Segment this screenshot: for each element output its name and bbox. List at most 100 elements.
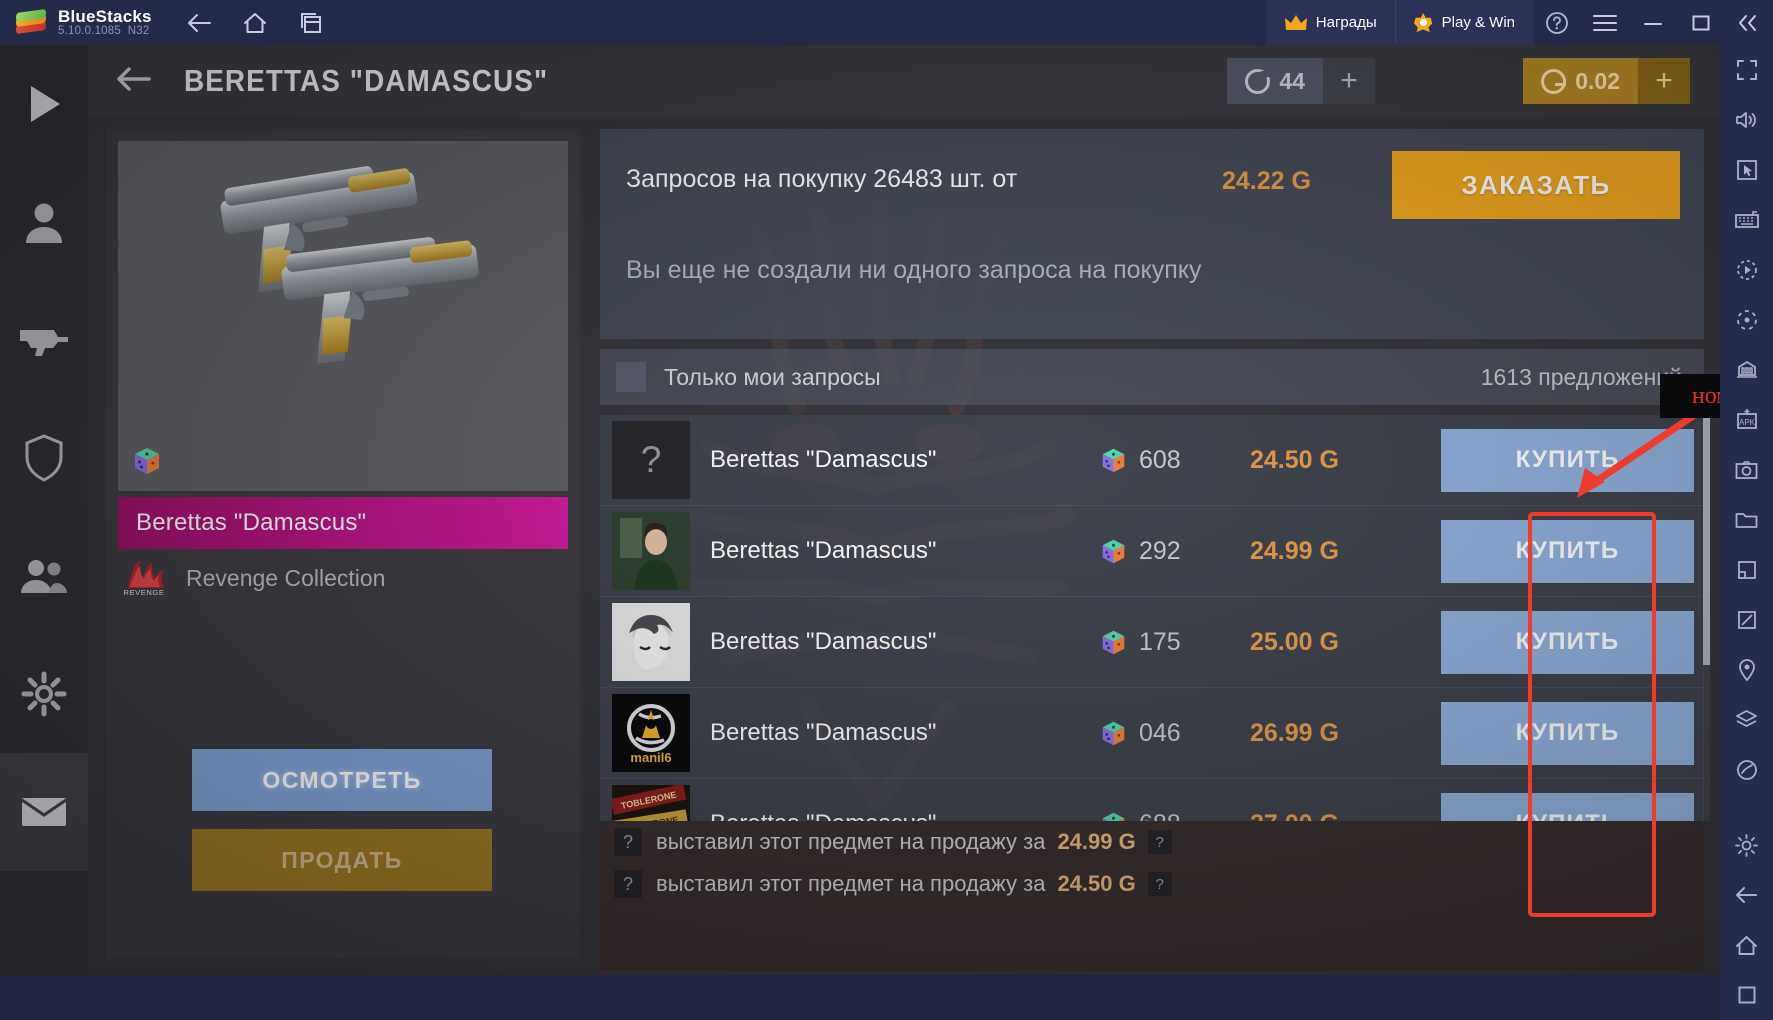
table-row[interactable]: ? Berettas "Damascus" 608 24.50 G КУПИТЬ: [600, 415, 1704, 506]
list-item: ? выставил этот предмет на продажу за 24…: [600, 821, 1704, 863]
table-row[interactable]: TOBLERONETOBLERONETOBLERONE Berettas "Da…: [600, 779, 1704, 821]
pattern-cube-icon: [1100, 720, 1127, 747]
weapon-preview-image: [220, 166, 479, 364]
credits-add-button[interactable]: +: [1323, 58, 1375, 104]
activity-feed: ? выставил этот предмет на продажу за 24…: [600, 821, 1704, 971]
feed-price: 24.99 G: [1057, 829, 1136, 854]
bluestacks-version: 5.10.0.1085 N32: [58, 25, 150, 38]
sell-button[interactable]: ПРОДАТЬ: [192, 829, 492, 891]
bluestacks-app-name: BlueStacks: [58, 6, 152, 26]
multi-instance-icon[interactable]: [294, 6, 328, 40]
back-icon[interactable]: [182, 6, 216, 40]
back-arrow-icon[interactable]: [1720, 870, 1773, 920]
gold-add-button[interactable]: +: [1638, 58, 1690, 104]
table-row[interactable]: Berettas "Damascus" 292 24.99 G КУПИТЬ: [600, 506, 1704, 597]
buy-button[interactable]: КУПИТЬ: [1441, 701, 1694, 765]
offer-item-name: Berettas "Damascus": [710, 537, 937, 564]
settings-gear-icon[interactable]: [1720, 820, 1773, 870]
offers-count: 1613 предложений: [1480, 363, 1682, 390]
scrollbar-thumb[interactable]: [1703, 415, 1710, 665]
market-panel: Запросов на покупку 26483 шт. от 24.22 G…: [600, 129, 1720, 971]
sidebar-item-weapons[interactable]: [0, 281, 88, 399]
pattern-number: 046: [1139, 718, 1181, 747]
feed-price: 24.50 G: [1057, 871, 1136, 896]
sidebar-item-settings[interactable]: [0, 635, 88, 753]
annotation-label-box: номер паттерна: [1660, 374, 1720, 418]
offer-pattern: 175: [1100, 628, 1250, 657]
only-my-requests-label: Только мои запросы: [664, 363, 881, 390]
hamburger-menu-icon[interactable]: [1581, 0, 1629, 45]
sidebar-item-play[interactable]: [0, 45, 88, 163]
buy-request-card: Запросов на покупку 26483 шт. от 24.22 G…: [600, 129, 1704, 339]
buy-button[interactable]: КУПИТЬ: [1441, 610, 1694, 674]
install-apk-icon[interactable]: APK: [1720, 395, 1773, 445]
sidebar-item-clans[interactable]: [0, 517, 88, 635]
volume-icon[interactable]: [1720, 95, 1773, 145]
item-preview[interactable]: [118, 141, 568, 491]
gold-coin-icon: [1541, 68, 1567, 94]
screenshot-icon[interactable]: [1720, 445, 1773, 495]
seller-avatar: [612, 603, 690, 681]
table-row[interactable]: manil6 Berettas "Damascus" 046 26.99 G К…: [600, 688, 1704, 779]
keyboard-icon[interactable]: [1720, 195, 1773, 245]
svg-text:manil6: manil6: [630, 750, 671, 765]
gold-currency[interactable]: 0.02 +: [1523, 58, 1690, 104]
sidebar-item-ranks[interactable]: [0, 399, 88, 517]
svg-text:REVENGE: REVENGE: [124, 588, 165, 596]
buy-button[interactable]: КУПИТЬ: [1441, 519, 1694, 583]
multi-instance-manager-icon[interactable]: [1720, 345, 1773, 395]
fullscreen-icon[interactable]: [1720, 45, 1773, 95]
pattern-cube-icon: [1100, 538, 1127, 565]
offer-item-name: Berettas "Damascus": [710, 810, 1100, 821]
eco-mode-icon[interactable]: [1720, 745, 1773, 795]
crown-icon: [1284, 14, 1307, 31]
location-icon[interactable]: [1720, 645, 1773, 695]
rewards-button[interactable]: Награды: [1266, 0, 1395, 45]
table-row[interactable]: Berettas "Damascus" 175 25.00 G КУПИТЬ: [600, 597, 1704, 688]
credits-currency[interactable]: 44 +: [1227, 58, 1375, 104]
feed-avatar: ?: [614, 828, 642, 856]
folder-icon[interactable]: [1720, 495, 1773, 545]
rotate-icon[interactable]: [1720, 295, 1773, 345]
offer-price: 27.00 G: [1250, 810, 1425, 822]
only-my-requests-checkbox[interactable]: [616, 362, 646, 392]
home-icon[interactable]: [1720, 920, 1773, 970]
pattern-number: 608: [1139, 445, 1181, 474]
seller-avatar: manil6: [612, 694, 690, 772]
feed-badge: ?: [1147, 830, 1172, 854]
offer-pattern: 608: [1100, 446, 1250, 475]
help-icon[interactable]: [1533, 0, 1581, 45]
square-icon[interactable]: [1720, 970, 1773, 1020]
collapse-right-icon[interactable]: [1720, 0, 1773, 45]
sidebar-item-profile[interactable]: [0, 163, 88, 281]
resize-icon[interactable]: [1720, 545, 1773, 595]
offer-pattern: 292: [1100, 537, 1250, 566]
offer-list-scrollbar[interactable]: [1703, 415, 1710, 821]
offer-list[interactable]: ? Berettas "Damascus" 608 24.50 G КУПИТЬ: [600, 415, 1704, 821]
edit-pencil-icon[interactable]: [1720, 595, 1773, 645]
game-viewport: BERETTAS "DAMASCUS" 44 + 0.02 + Berettas…: [0, 45, 1720, 975]
maximize-icon[interactable]: [1677, 0, 1725, 45]
item-name: Berettas "Damascus": [136, 509, 367, 536]
play-and-win-button[interactable]: Play & Win: [1394, 0, 1533, 45]
page-header: BERETTAS "DAMASCUS" 44 + 0.02 +: [88, 45, 1720, 117]
buy-request-empty-text: Вы еще не создали ни одного запроса на п…: [626, 256, 1202, 284]
page-back-button[interactable]: [116, 65, 152, 98]
pointer-icon[interactable]: [1720, 145, 1773, 195]
item-name-banner: Berettas "Damascus": [118, 497, 568, 549]
inspect-button[interactable]: ОСМОТРЕТЬ: [192, 749, 492, 811]
layers-icon[interactable]: [1720, 695, 1773, 745]
macro-record-icon[interactable]: [1720, 245, 1773, 295]
buy-button[interactable]: КУПИТЬ: [1441, 792, 1694, 821]
buy-button[interactable]: КУПИТЬ: [1441, 428, 1694, 492]
sidebar-item-mail[interactable]: [0, 753, 88, 871]
order-button[interactable]: ЗАКАЗАТЬ: [1392, 151, 1680, 219]
minimize-icon[interactable]: [1629, 0, 1677, 45]
seller-avatar: [612, 512, 690, 590]
home-icon[interactable]: [238, 6, 272, 40]
seller-avatar: TOBLERONETOBLERONETOBLERONE: [612, 785, 690, 821]
buy-request-text: Запросов на покупку 26483 шт. от: [626, 165, 1018, 193]
seller-avatar: ?: [612, 421, 690, 499]
offer-pattern: 046: [1100, 719, 1250, 748]
svg-text:APK: APK: [1738, 418, 1755, 427]
